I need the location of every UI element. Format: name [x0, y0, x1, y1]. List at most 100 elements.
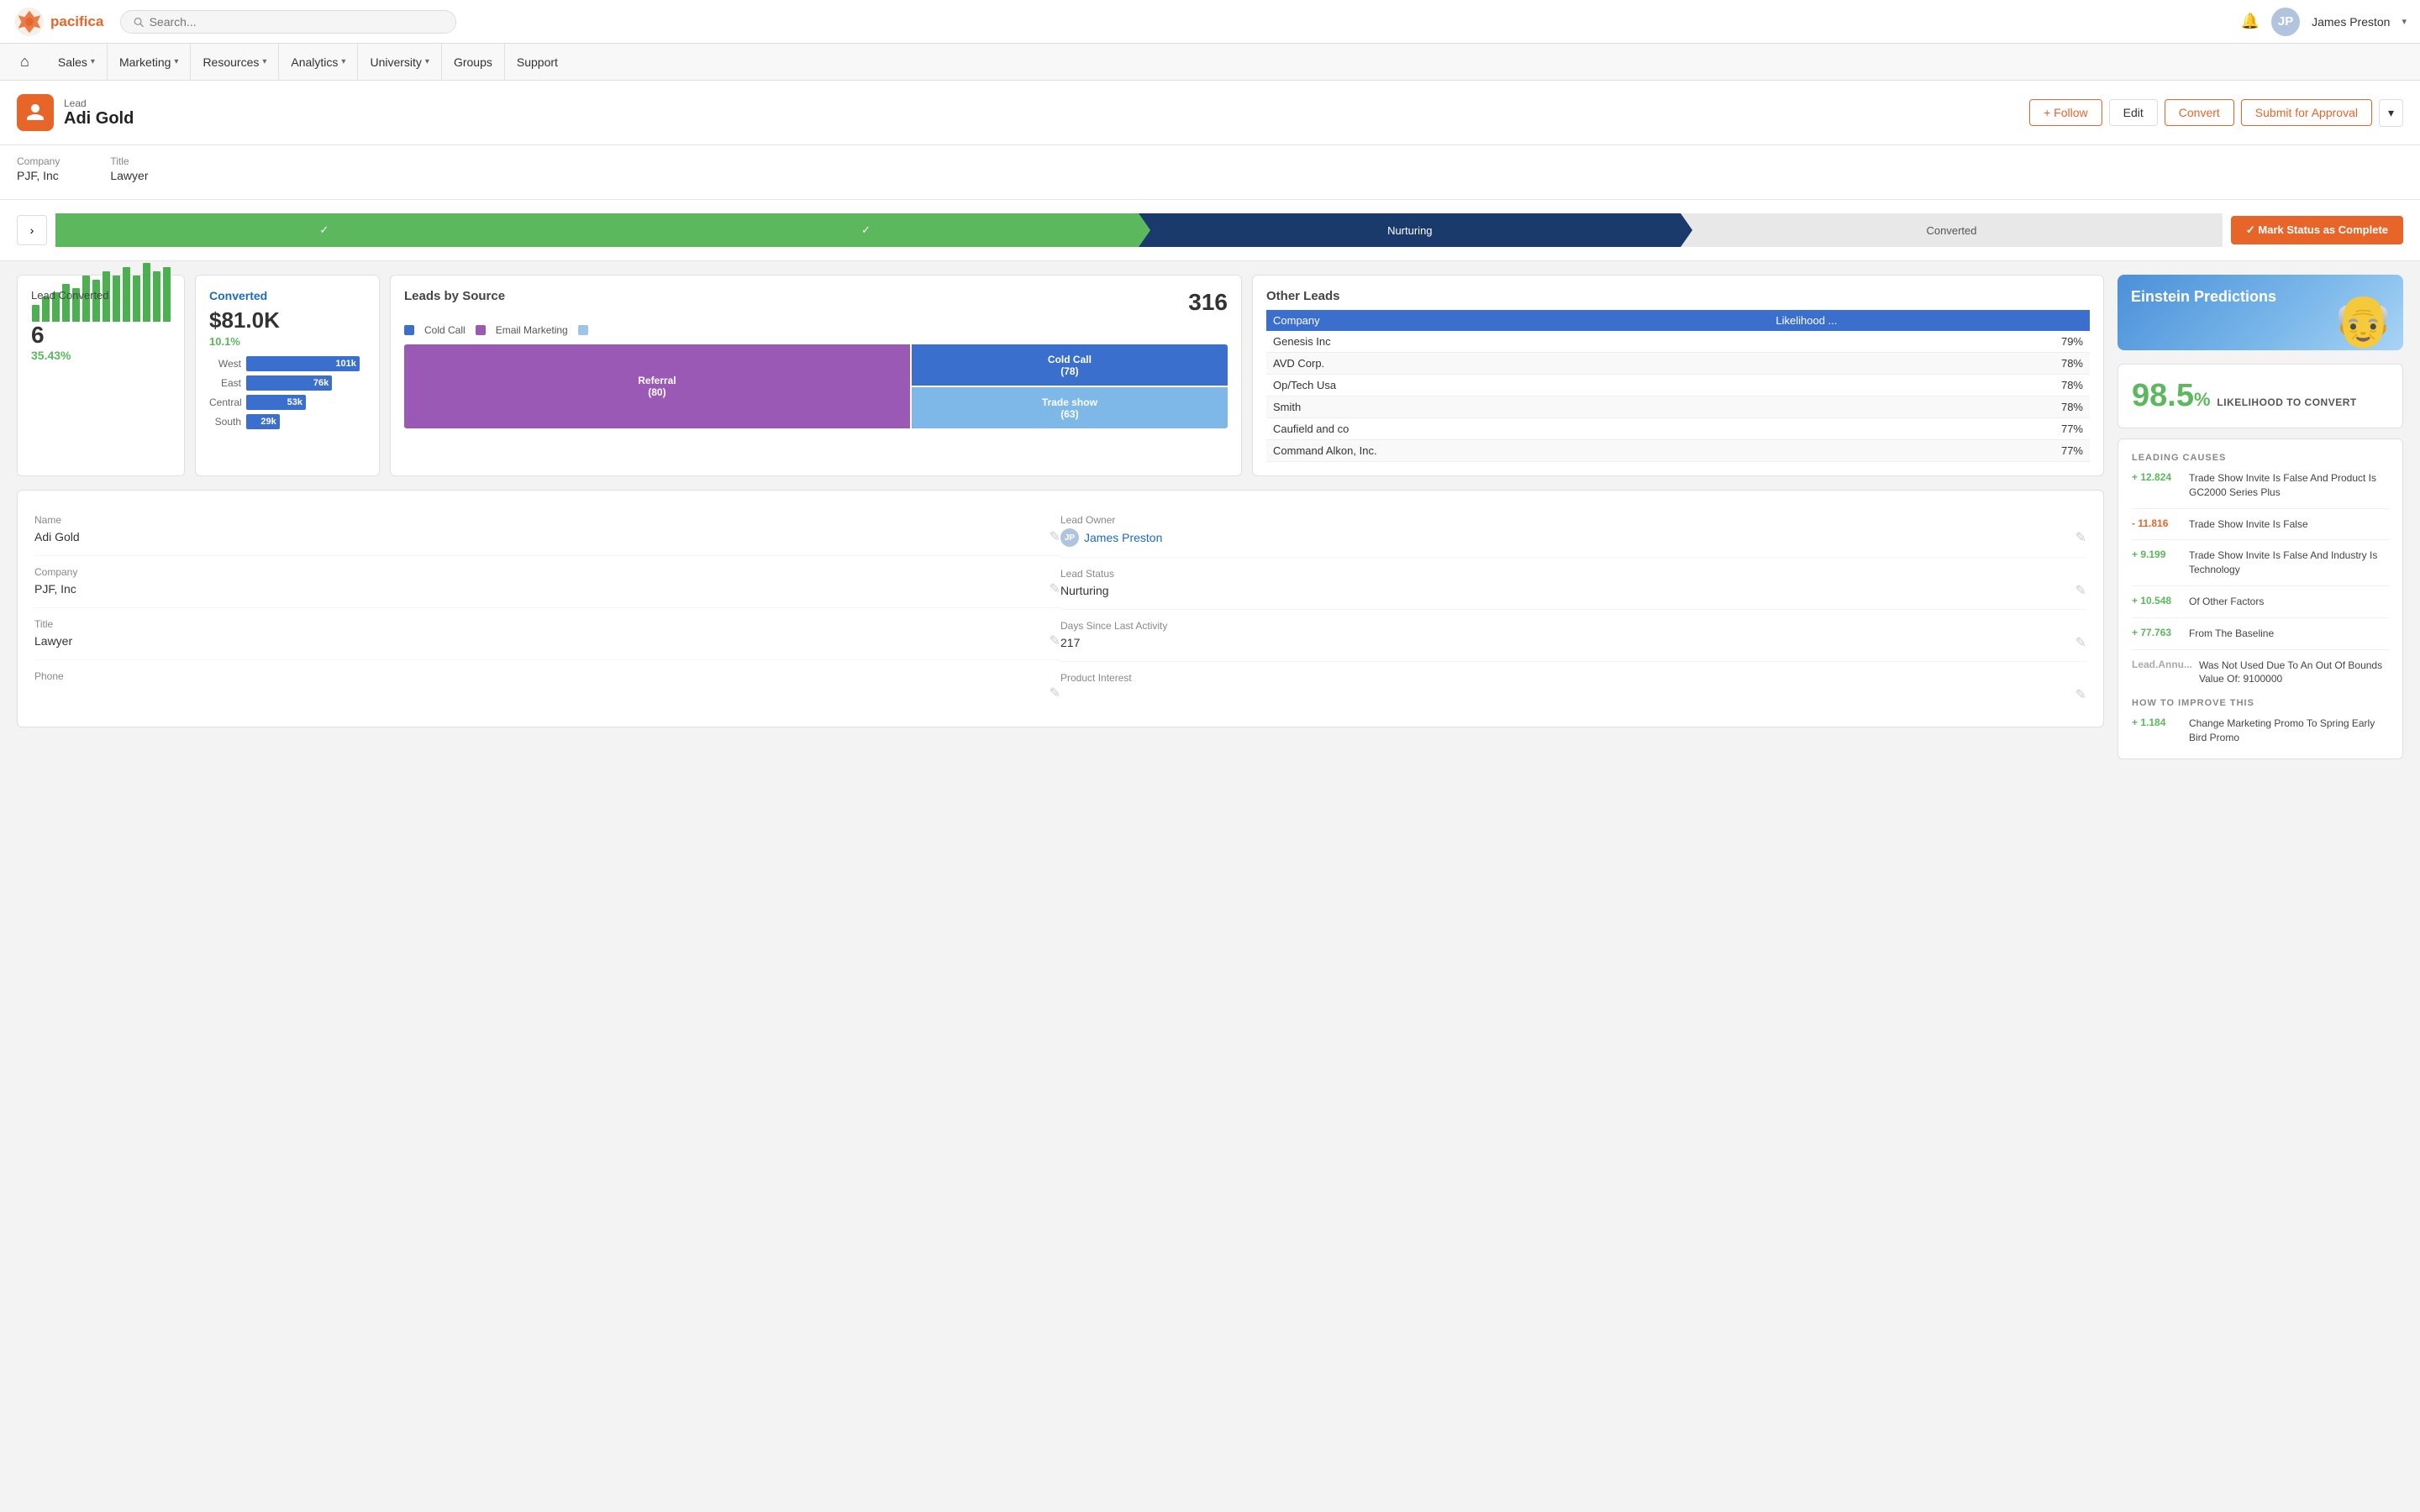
edit-button[interactable]: Edit: [2109, 99, 2158, 126]
nav-label-support: Support: [517, 55, 558, 69]
detail-edit-icon[interactable]: ✎: [1050, 685, 1060, 701]
search-icon: [133, 16, 144, 28]
nav-chevron-university: ▾: [425, 57, 429, 66]
detail-edit-icon[interactable]: ✎: [1050, 528, 1060, 545]
logo[interactable]: pacifica: [13, 6, 103, 38]
right-blocks: Cold Call(78) Trade show(63): [912, 344, 1228, 428]
details-grid: Name Adi Gold ✎ Company PJF, Inc ✎ Title…: [34, 504, 2086, 713]
converted-card-pct: 10.1%: [209, 335, 366, 348]
nav-item-groups[interactable]: Groups: [442, 44, 505, 81]
record-name: Adi Gold: [64, 109, 134, 129]
other-leads-table: Company Likelihood ... Genesis Inc79%AVD…: [1266, 310, 2090, 462]
table-row[interactable]: Smith78%: [1266, 396, 2090, 418]
nav-item-support[interactable]: Support: [505, 44, 570, 81]
table-row[interactable]: Op/Tech Usa78%: [1266, 375, 2090, 396]
detail-link[interactable]: JP James Preston: [1060, 528, 1162, 547]
detail-label: Lead Status: [1060, 568, 2086, 580]
mini-bar: [163, 267, 171, 322]
convert-button[interactable]: Convert: [2165, 99, 2234, 126]
legend-other-dot: [578, 325, 588, 335]
page-header: Lead Adi Gold + Follow Edit Convert Subm…: [0, 81, 2420, 145]
detail-item: Phone ✎: [34, 660, 1060, 711]
cause-text: Of Other Factors: [2189, 595, 2264, 609]
cause-value: + 10.548: [2132, 595, 2182, 606]
detail-label: Product Interest: [1060, 672, 2086, 684]
table-row[interactable]: Caufield and co77%: [1266, 418, 2090, 440]
stage-2[interactable]: ✓: [597, 213, 1139, 247]
notification-bell-icon[interactable]: 🔔: [2241, 13, 2260, 30]
submit-for-approval-button[interactable]: Submit for Approval: [2241, 99, 2372, 126]
other-leads-title: Other Leads: [1266, 289, 2090, 303]
coldcall-block: Cold Call(78): [912, 344, 1228, 386]
nav-item-university[interactable]: University ▾: [358, 44, 442, 81]
home-nav-item[interactable]: ⌂: [13, 46, 36, 77]
cause-value: + 9.199: [2132, 549, 2182, 560]
cause-text: Trade Show Invite Is False: [2189, 517, 2308, 532]
nav-item-marketing[interactable]: Marketing ▾: [108, 44, 192, 81]
search-bar[interactable]: [120, 10, 456, 34]
converted-bar-row: Central 53k: [209, 395, 366, 410]
cause-value: + 12.824: [2132, 471, 2182, 483]
company-cell: Op/Tech Usa: [1266, 375, 1769, 396]
detail-edit-icon[interactable]: ✎: [1050, 633, 1060, 649]
header-actions: + Follow Edit Convert Submit for Approva…: [2029, 99, 2403, 127]
table-row[interactable]: AVD Corp.78%: [1266, 353, 2090, 375]
table-row[interactable]: Command Alkon, Inc.77%: [1266, 440, 2090, 462]
company-cell: Command Alkon, Inc.: [1266, 440, 1769, 462]
improve-text: Change Marketing Promo To Spring Early B…: [2189, 717, 2389, 745]
likelihood-cell: 78%: [1769, 353, 2090, 375]
bar-outer: 101k: [246, 356, 366, 371]
stage-1[interactable]: ✓: [55, 213, 597, 247]
stage-converted[interactable]: Converted: [1681, 213, 2223, 247]
converted-bar-row: South 29k: [209, 414, 366, 429]
likelihood-cell: 78%: [1769, 396, 2090, 418]
nav-item-resources[interactable]: Resources ▾: [191, 44, 279, 81]
nav-chevron-analytics: ▾: [341, 57, 345, 66]
user-menu-dropdown-icon[interactable]: ▾: [2402, 16, 2407, 27]
converted-bar-row: West 101k: [209, 356, 366, 371]
likelihood-cell: 78%: [1769, 375, 2090, 396]
legend-cold-call-dot: [404, 325, 414, 335]
mark-status-complete-button[interactable]: ✓ Mark Status as Complete: [2231, 216, 2403, 244]
bar-outer: 29k: [246, 414, 366, 429]
nav-item-analytics[interactable]: Analytics ▾: [279, 44, 358, 81]
nav-label-marketing: Marketing: [119, 55, 171, 69]
company-label: Company: [17, 155, 60, 167]
detail-edit-icon[interactable]: ✎: [2075, 582, 2086, 599]
stage-nurturing-label: Nurturing: [1387, 224, 1432, 237]
likelihood-section: 98.5% LIKELIHOOD TO CONVERT: [2118, 364, 2403, 428]
detail-edit-icon[interactable]: ✎: [2075, 634, 2086, 651]
leads-by-source-card: Leads by Source 316 Cold Call Email Mark…: [390, 275, 1242, 476]
bar-value: 29k: [260, 417, 276, 427]
user-name: James Preston: [2312, 15, 2390, 29]
detail-edit-icon[interactable]: ✎: [1050, 580, 1060, 597]
cause-value: Lead.Annu...: [2132, 659, 2192, 670]
likelihood-cell: 77%: [1769, 440, 2090, 462]
lbs-title: Leads by Source: [404, 289, 505, 303]
bar-label: Central: [209, 396, 241, 408]
legend-email-label: Email Marketing: [496, 324, 568, 336]
detail-item: Lead Owner JP James Preston ✎: [1060, 504, 2086, 558]
table-row[interactable]: Genesis Inc79%: [1266, 331, 2090, 353]
mini-bar: [153, 271, 160, 322]
stage-nav-prev-button[interactable]: ›: [17, 215, 47, 245]
lbs-legend: Cold Call Email Marketing: [404, 324, 1228, 336]
mini-bar: [143, 263, 150, 322]
detail-edit-icon[interactable]: ✎: [2075, 529, 2086, 546]
cause-row: - 11.816 Trade Show Invite Is False: [2132, 517, 2389, 541]
improve-value: + 1.184: [2132, 717, 2182, 728]
cause-value: + 77.763: [2132, 627, 2182, 638]
nav-item-sales[interactable]: Sales ▾: [46, 44, 108, 81]
meta-title: Title Lawyer: [110, 155, 148, 182]
actions-dropdown-button[interactable]: ▾: [2379, 99, 2403, 127]
stage-nurturing[interactable]: Nurturing: [1139, 213, 1681, 247]
cause-value: - 11.816: [2132, 517, 2182, 529]
nav-label-university: University: [370, 55, 421, 69]
stages-container: ✓ ✓ Nurturing Converted: [55, 213, 2223, 247]
nav-chevron-sales: ▾: [91, 57, 95, 66]
bar-value: 101k: [335, 359, 355, 369]
causes-list: + 12.824 Trade Show Invite Is False And …: [2132, 471, 2389, 686]
detail-edit-icon[interactable]: ✎: [2075, 686, 2086, 703]
follow-button[interactable]: + Follow: [2029, 99, 2102, 126]
search-input[interactable]: [150, 15, 445, 29]
